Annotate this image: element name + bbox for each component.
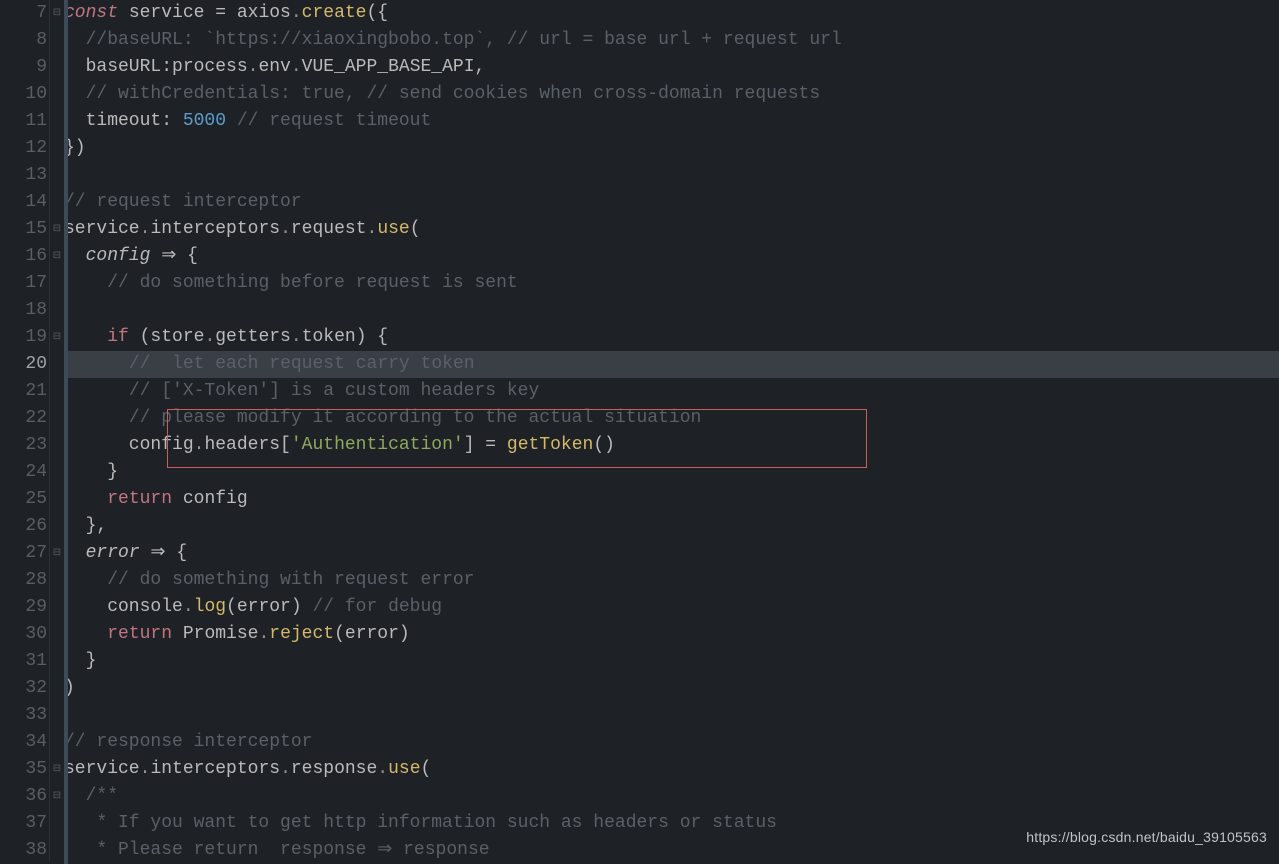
code-line[interactable]: /** [64, 783, 1279, 810]
line-number: 15 [0, 216, 47, 243]
fold-marker[interactable]: ⊟ [50, 0, 64, 27]
line-number: 24 [0, 459, 47, 486]
code-line[interactable]: // request interceptor [64, 189, 1279, 216]
line-number: 16 [0, 243, 47, 270]
line-number: 7 [0, 0, 47, 27]
code-line[interactable]: }, [64, 513, 1279, 540]
code-line[interactable]: // do something with request error [64, 567, 1279, 594]
line-number: 8 [0, 27, 47, 54]
line-number: 11 [0, 108, 47, 135]
code-line[interactable]: service.interceptors.request.use( [64, 216, 1279, 243]
line-number-gutter: 7891011121314151617181920212223242526272… [0, 0, 50, 861]
line-number: 9 [0, 54, 47, 81]
line-number: 18 [0, 297, 47, 324]
line-number: 12 [0, 135, 47, 162]
code-line[interactable] [64, 702, 1279, 729]
fold-marker[interactable] [50, 297, 64, 324]
code-line[interactable]: if (store.getters.token) { [64, 324, 1279, 351]
fold-marker[interactable] [50, 351, 64, 378]
fold-marker[interactable] [50, 648, 64, 675]
fold-marker[interactable] [50, 108, 64, 135]
code-line[interactable]: // response interceptor [64, 729, 1279, 756]
line-number: 34 [0, 729, 47, 756]
code-line[interactable]: config ⇒ { [64, 243, 1279, 270]
fold-marker[interactable]: ⊟ [50, 783, 64, 810]
line-number: 20 [0, 351, 47, 378]
fold-marker[interactable] [50, 837, 64, 864]
fold-marker[interactable] [50, 459, 64, 486]
line-number: 36 [0, 783, 47, 810]
code-line[interactable] [64, 162, 1279, 189]
code-line[interactable]: ) [64, 675, 1279, 702]
code-line[interactable]: console.log(error) // for debug [64, 594, 1279, 621]
fold-marker[interactable] [50, 567, 64, 594]
fold-marker[interactable] [50, 702, 64, 729]
line-number: 19 [0, 324, 47, 351]
fold-column[interactable]: ⊟⊟⊟⊟⊟⊟⊟ [50, 0, 64, 861]
fold-marker[interactable]: ⊟ [50, 243, 64, 270]
watermark-text: https://blog.csdn.net/baidu_39105563 [1026, 824, 1267, 851]
line-number: 38 [0, 837, 47, 864]
fold-marker[interactable] [50, 378, 64, 405]
fold-marker[interactable] [50, 810, 64, 837]
fold-marker[interactable] [50, 621, 64, 648]
fold-marker[interactable] [50, 486, 64, 513]
line-number: 33 [0, 702, 47, 729]
fold-marker[interactable] [50, 675, 64, 702]
line-number: 13 [0, 162, 47, 189]
code-line[interactable]: timeout: 5000 // request timeout [64, 108, 1279, 135]
code-line[interactable]: // ['X-Token'] is a custom headers key [64, 378, 1279, 405]
code-line[interactable]: return config [64, 486, 1279, 513]
line-number: 32 [0, 675, 47, 702]
code-line[interactable]: // do something before request is sent [64, 270, 1279, 297]
code-line[interactable]: // withCredentials: true, // send cookie… [64, 81, 1279, 108]
fold-marker[interactable]: ⊟ [50, 756, 64, 783]
code-line[interactable]: }) [64, 135, 1279, 162]
code-line[interactable]: // please modify it according to the act… [64, 405, 1279, 432]
code-line[interactable]: baseURL:process.env.VUE_APP_BASE_API, [64, 54, 1279, 81]
fold-marker[interactable] [50, 54, 64, 81]
line-number: 31 [0, 648, 47, 675]
fold-marker[interactable] [50, 135, 64, 162]
code-line[interactable]: const service = axios.create({ [64, 0, 1279, 27]
line-number: 14 [0, 189, 47, 216]
fold-marker[interactable]: ⊟ [50, 324, 64, 351]
fold-marker[interactable] [50, 594, 64, 621]
line-number: 21 [0, 378, 47, 405]
line-number: 29 [0, 594, 47, 621]
line-number: 17 [0, 270, 47, 297]
fold-marker[interactable] [50, 81, 64, 108]
code-editor[interactable]: 7891011121314151617181920212223242526272… [0, 0, 1279, 861]
fold-marker[interactable] [50, 405, 64, 432]
line-number: 35 [0, 756, 47, 783]
fold-marker[interactable] [50, 432, 64, 459]
code-line[interactable]: error ⇒ { [64, 540, 1279, 567]
line-number: 37 [0, 810, 47, 837]
code-line[interactable]: } [64, 648, 1279, 675]
fold-marker[interactable] [50, 27, 64, 54]
line-number: 10 [0, 81, 47, 108]
line-number: 25 [0, 486, 47, 513]
fold-marker[interactable] [50, 270, 64, 297]
line-number: 26 [0, 513, 47, 540]
fold-marker[interactable]: ⊟ [50, 216, 64, 243]
fold-marker[interactable] [50, 189, 64, 216]
fold-marker[interactable] [50, 513, 64, 540]
code-line[interactable] [64, 297, 1279, 324]
line-number: 22 [0, 405, 47, 432]
fold-marker[interactable] [50, 162, 64, 189]
code-line[interactable]: ······// ·let·each·request·carry·token [64, 351, 1279, 378]
code-line[interactable]: } [64, 459, 1279, 486]
code-line[interactable]: return Promise.reject(error) [64, 621, 1279, 648]
line-number: 30 [0, 621, 47, 648]
fold-marker[interactable]: ⊟ [50, 540, 64, 567]
line-number: 27 [0, 540, 47, 567]
code-line[interactable]: config.headers['Authentication'] = getTo… [64, 432, 1279, 459]
code-line[interactable]: service.interceptors.response.use( [64, 756, 1279, 783]
line-number: 23 [0, 432, 47, 459]
code-area[interactable]: const service = axios.create({ //baseURL… [64, 0, 1279, 861]
line-number: 28 [0, 567, 47, 594]
fold-marker[interactable] [50, 729, 64, 756]
code-line[interactable]: //baseURL: `https://xiaoxingbobo.top`, /… [64, 27, 1279, 54]
